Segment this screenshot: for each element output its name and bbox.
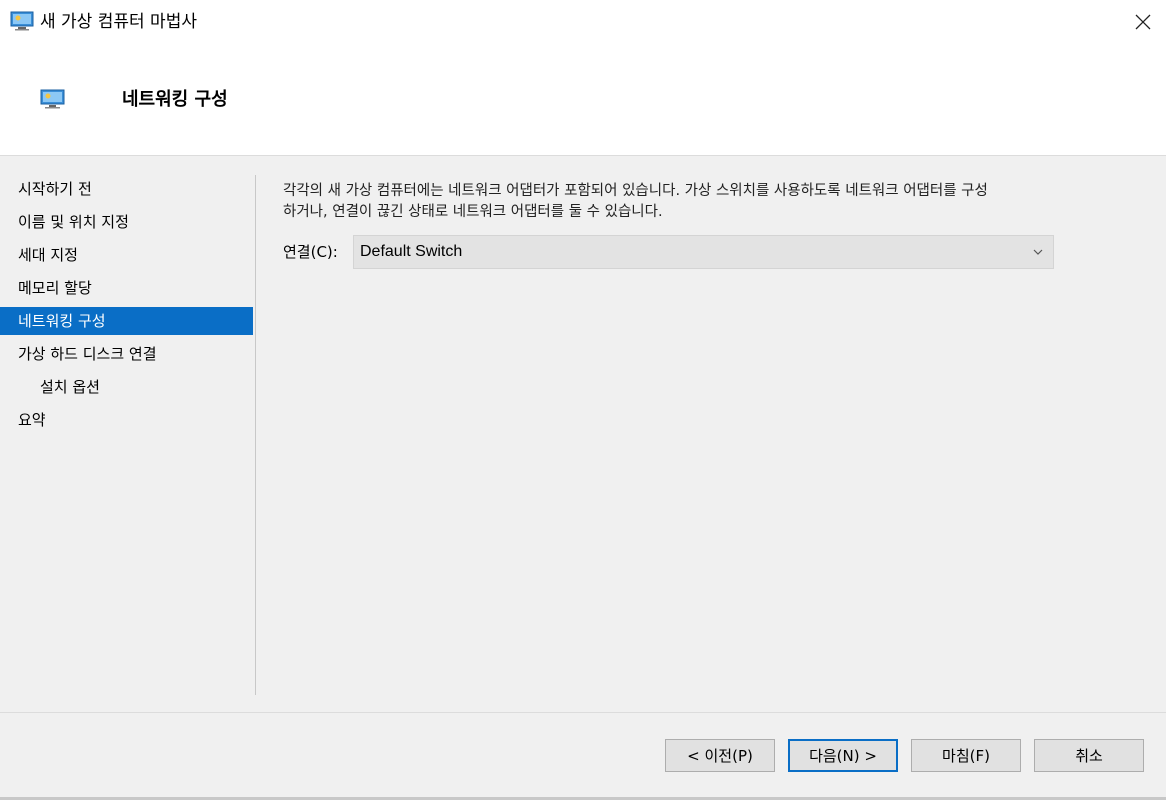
- nav-item-generation[interactable]: 세대 지정: [0, 239, 253, 272]
- network-config-icon: [40, 89, 65, 109]
- wizard-header: 네트워킹 구성: [0, 44, 1166, 156]
- nav-item-summary[interactable]: 요약: [0, 404, 253, 437]
- cancel-button[interactable]: 취소: [1034, 739, 1144, 772]
- nav-item-memory[interactable]: 메모리 할당: [0, 272, 253, 305]
- close-button[interactable]: [1120, 0, 1166, 44]
- nav-divider: [255, 175, 256, 695]
- title-bar: 새 가상 컴퓨터 마법사: [0, 0, 1166, 44]
- wizard-footer: < 이전(P) 다음(N) > 마침(F) 취소: [0, 713, 1166, 797]
- wizard-steps-nav: 시작하기 전 이름 및 위치 지정 세대 지정 메모리 할당 네트워킹 구성 가…: [0, 173, 253, 437]
- chevron-down-icon: [1033, 249, 1043, 255]
- nav-item-virtual-hard-disk[interactable]: 가상 하드 디스크 연결: [0, 338, 253, 371]
- wizard-content: 시작하기 전 이름 및 위치 지정 세대 지정 메모리 할당 네트워킹 구성 가…: [0, 157, 1166, 712]
- description-line-2: 하거나, 연결이 끊긴 상태로 네트워크 어댑터를 둘 수 있습니다.: [283, 204, 663, 220]
- connection-value: Default Switch: [360, 243, 463, 260]
- close-icon: [1135, 14, 1151, 30]
- window-title: 새 가상 컴퓨터 마법사: [40, 12, 197, 32]
- finish-button[interactable]: 마침(F): [911, 739, 1021, 772]
- nav-item-before-you-begin[interactable]: 시작하기 전: [0, 173, 253, 206]
- nav-item-installation-options[interactable]: 설치 옵션: [0, 371, 253, 404]
- virtual-machine-icon: [10, 11, 34, 31]
- description-line-1: 각각의 새 가상 컴퓨터에는 네트워크 어댑터가 포함되어 있습니다. 가상 스…: [283, 183, 988, 199]
- page-title: 네트워킹 구성: [122, 89, 228, 110]
- next-button[interactable]: 다음(N) >: [788, 739, 898, 772]
- nav-item-name-location[interactable]: 이름 및 위치 지정: [0, 206, 253, 239]
- connection-select[interactable]: Default Switch: [353, 235, 1054, 269]
- previous-button[interactable]: < 이전(P): [665, 739, 775, 772]
- connection-label: 연결(C):: [283, 243, 338, 261]
- nav-item-networking[interactable]: 네트워킹 구성: [0, 307, 253, 335]
- networking-description: 각각의 새 가상 컴퓨터에는 네트워크 어댑터가 포함되어 있습니다. 가상 스…: [283, 181, 1153, 223]
